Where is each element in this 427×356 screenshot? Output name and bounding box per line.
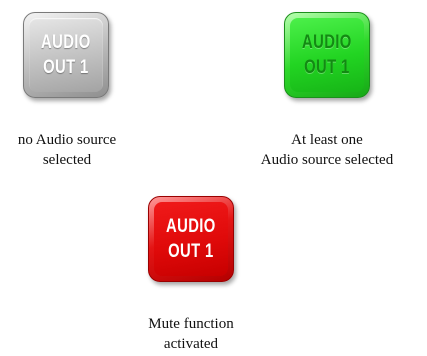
button-label-line2: OUT 1 — [168, 241, 214, 262]
caption-source-selected: At least one Audio source selected — [227, 130, 427, 170]
caption-line2: activated — [163, 336, 219, 352]
caption-line1: no Audio source — [17, 132, 117, 148]
caption-line2: Audio source selected — [260, 152, 394, 168]
caption-no-source: no Audio source selected — [0, 130, 167, 170]
button-label-line1: AUDIO — [166, 216, 216, 237]
audio-out-1-button-muted[interactable]: AUDIO OUT 1 — [148, 196, 234, 282]
button-label-line2: OUT 1 — [304, 57, 350, 78]
button-label-line1: AUDIO — [41, 32, 91, 53]
caption-line2: selected — [42, 152, 92, 168]
caption-line1: At least one — [291, 132, 363, 148]
button-label-line1: AUDIO — [302, 32, 352, 53]
button-label-line2: OUT 1 — [43, 57, 89, 78]
button-label: AUDIO OUT 1 — [166, 214, 216, 264]
button-label: AUDIO OUT 1 — [302, 30, 352, 80]
caption-line1: Mute function — [148, 316, 234, 332]
audio-out-1-button-source-selected[interactable]: AUDIO OUT 1 — [284, 12, 370, 98]
audio-out-1-button-no-source[interactable]: AUDIO OUT 1 — [23, 12, 109, 98]
button-label: AUDIO OUT 1 — [41, 30, 91, 80]
caption-muted: Mute function activated — [91, 314, 291, 354]
